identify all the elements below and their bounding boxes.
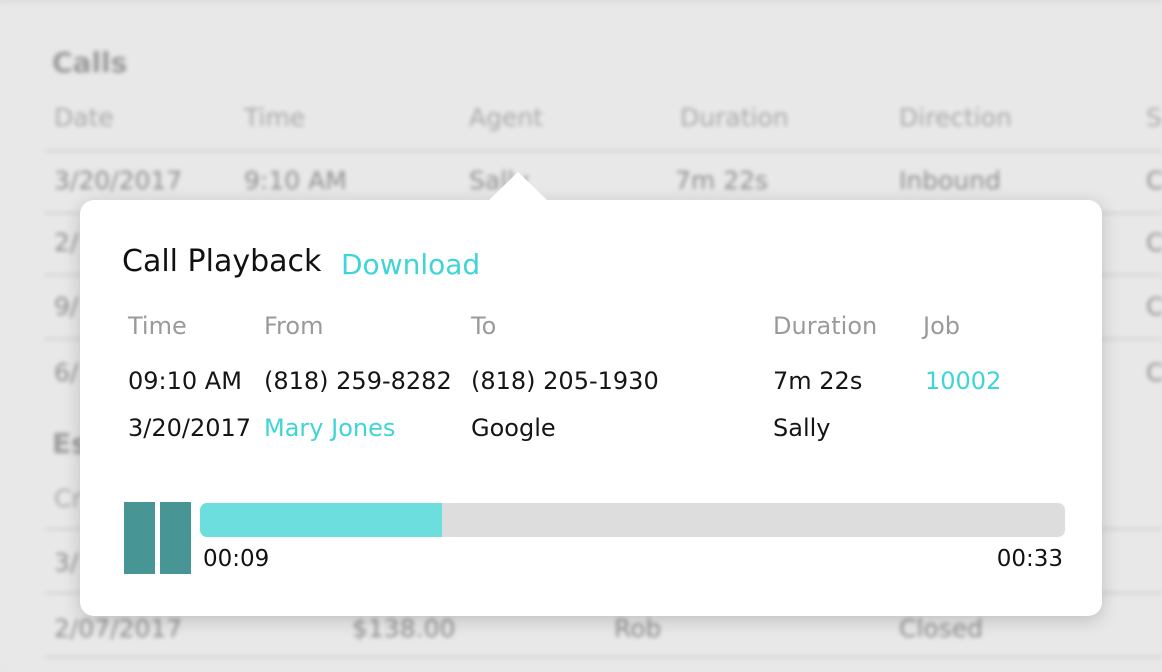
table-cell: 9/ (54, 292, 79, 321)
popup-pointer (488, 172, 548, 201)
section2-header: Cr (54, 484, 82, 513)
table-cell: 2/ (54, 228, 79, 257)
call-time: 09:10 AM (128, 367, 242, 395)
header-time: Time (128, 312, 187, 340)
pause-icon-bar (160, 502, 191, 574)
job-link[interactable]: 10002 (925, 367, 1001, 395)
pause-button[interactable] (124, 502, 192, 574)
download-link[interactable]: Download (341, 248, 480, 281)
popup-title: Call Playback (122, 244, 322, 279)
agent-name: Sally (773, 414, 831, 442)
current-time: 00:09 (203, 546, 270, 572)
calls-header-agent: Agent (469, 103, 543, 132)
table-cell: 6/ (54, 358, 79, 387)
top-divider (0, 0, 1162, 2)
to-name: Google (471, 414, 556, 442)
header-to: To (471, 312, 497, 340)
total-time: 00:33 (996, 546, 1063, 572)
calls-header-status: S (1146, 103, 1162, 132)
table-cell: $138.00 (352, 614, 456, 643)
table-divider (44, 150, 1162, 152)
table-divider (44, 656, 1162, 658)
calls-header-date: Date (54, 103, 114, 132)
table-cell: 9:10 AM (244, 166, 347, 195)
playback-progress-fill (200, 503, 443, 537)
table-cell: 2/07/2017 (54, 614, 183, 643)
table-cell: C (1146, 166, 1162, 195)
contact-link[interactable]: Mary Jones (264, 414, 395, 442)
table-cell: 7m 22s (675, 166, 769, 195)
table-cell: 3/ (54, 548, 79, 577)
calls-header-direction: Direction (899, 103, 1012, 132)
table-cell: 3/20/2017 (54, 166, 183, 195)
table-cell: Rob (614, 614, 662, 643)
header-from: From (264, 312, 324, 340)
calls-section-title: Calls (52, 46, 128, 79)
from-number: (818) 259-8282 (264, 367, 452, 395)
table-cell: C (1146, 292, 1162, 321)
call-playback-popup: Call Playback Download Time From To Dura… (80, 172, 1102, 616)
calls-header-duration: Duration (680, 103, 789, 132)
pause-icon (124, 502, 155, 574)
playback-progress-bar[interactable] (200, 503, 1065, 537)
calls-header-time: Time (244, 103, 306, 132)
table-cell: C (1146, 358, 1162, 387)
table-cell: Inbound (899, 166, 1001, 195)
header-job: Job (923, 312, 960, 340)
table-cell: Closed (899, 614, 983, 643)
call-date: 3/20/2017 (128, 414, 252, 442)
to-number: (818) 205-1930 (471, 367, 659, 395)
table-cell: C (1146, 228, 1162, 257)
header-duration: Duration (773, 312, 878, 340)
call-duration: 7m 22s (773, 367, 863, 395)
